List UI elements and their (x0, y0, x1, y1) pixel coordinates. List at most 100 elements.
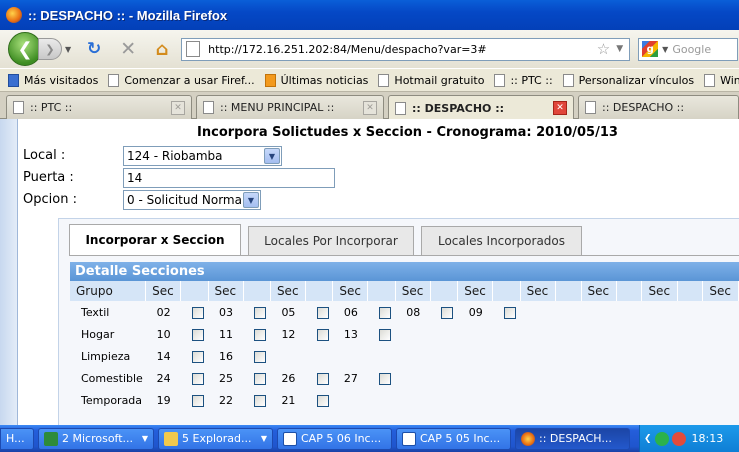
section-checkbox[interactable] (191, 394, 204, 407)
local-label: Local : (23, 148, 66, 163)
sec-cell: 22 (219, 393, 234, 407)
taskbar-item-explorador[interactable]: 5 Explorad... ▼ (158, 427, 273, 450)
antivirus-icon[interactable] (671, 431, 686, 446)
sec-cell: 14 (156, 349, 171, 363)
tab-despacho-active[interactable]: :: DESPACHO :: ✕ (388, 95, 574, 120)
bookmark-personalizar[interactable]: Personalizar vínculos (562, 73, 695, 87)
search-placeholder[interactable]: Google (672, 43, 711, 56)
col-sec: Sec (457, 281, 494, 301)
taskbar-label: 5 Explorad... (182, 432, 252, 445)
section-checkbox[interactable] (191, 350, 204, 363)
url-bar[interactable]: http://172.16.251.202:84/Menu/despacho?v… (181, 37, 631, 61)
sec-cell: 13 (343, 327, 358, 341)
table-row: Comestible 24 25 26 27 (70, 367, 739, 389)
taskbar-item-cap506[interactable]: CAP 5 06 Inc... (277, 427, 392, 450)
bookmark-ptc[interactable]: :: PTC :: (494, 73, 553, 87)
forward-button[interactable]: ❯ (38, 38, 62, 60)
excel-icon (44, 431, 58, 446)
section-checkbox[interactable] (441, 306, 454, 319)
chevron-down-icon[interactable]: ▼ (243, 192, 259, 208)
bookmark-star-icon[interactable]: ☆ (597, 40, 610, 58)
tab-locales-incorporados[interactable]: Locales Incorporados (421, 226, 582, 255)
bookmark-label: Windows Media (720, 73, 739, 87)
stop-button[interactable]: ✕ (117, 38, 139, 60)
close-tab-icon[interactable]: ✕ (171, 100, 185, 115)
tab-label: :: MENU PRINCIPAL :: (220, 101, 335, 114)
chevron-down-icon: ▼ (260, 434, 267, 443)
reload-button[interactable]: ↻ (83, 38, 105, 60)
history-dropdown-icon[interactable]: ▼ (65, 45, 71, 54)
section-checkbox[interactable] (254, 306, 267, 319)
bookmark-ultimas-noticias[interactable]: Últimas noticias (264, 73, 368, 87)
section-checkbox[interactable] (254, 394, 267, 407)
page-icon (395, 101, 406, 115)
page-icon (378, 73, 390, 87)
local-value: 124 - Riobamba (127, 149, 223, 163)
taskbar-label: 2 Microsoft... (62, 432, 134, 445)
col-sec: Sec (520, 281, 556, 301)
tab-label: :: PTC :: (30, 101, 73, 114)
section-checkbox[interactable] (254, 328, 267, 341)
bookmark-hotmail[interactable]: Hotmail gratuito (378, 73, 484, 87)
taskbar-item-cap505[interactable]: CAP 5 05 Inc... (396, 427, 511, 450)
section-checkbox[interactable] (378, 306, 391, 319)
sec-cell: 03 (219, 305, 234, 319)
col-check (243, 281, 271, 301)
word-icon (283, 431, 297, 446)
bookmark-windows-media[interactable]: Windows Media (704, 73, 739, 87)
bookmark-label: :: PTC :: (510, 73, 553, 87)
close-tab-icon[interactable]: ✕ (553, 101, 567, 115)
local-select[interactable]: 124 - Riobamba ▼ (123, 146, 282, 166)
taskbar-item-h[interactable]: H... (0, 427, 34, 450)
taskbar-item-microsoft[interactable]: 2 Microsoft... ▼ (38, 427, 154, 450)
col-sec: Sec (641, 281, 678, 301)
clock[interactable]: 18:13 (692, 432, 724, 445)
section-checkbox[interactable] (316, 372, 329, 385)
section-checkbox[interactable] (316, 306, 329, 319)
forward-arrow-icon: ❯ (45, 42, 55, 56)
section-checkbox[interactable] (316, 328, 329, 341)
section-checkbox[interactable] (191, 372, 204, 385)
page-heading: Incorpora Solictudes x Seccion - Cronogr… (197, 125, 618, 140)
url-text[interactable]: http://172.16.251.202:84/Menu/despacho?v… (208, 43, 597, 56)
tab-strip: :: PTC :: ✕ :: MENU PRINCIPAL :: ✕ :: DE… (0, 92, 739, 120)
tab-despacho[interactable]: :: DESPACHO :: (578, 95, 739, 119)
section-checkbox[interactable] (254, 372, 267, 385)
home-button[interactable]: ⌂ (151, 38, 173, 60)
google-icon[interactable]: g (642, 41, 659, 57)
close-tab-icon[interactable]: ✕ (363, 100, 377, 115)
chevron-down-icon[interactable]: ▼ (264, 148, 280, 164)
section-checkbox[interactable] (378, 372, 391, 385)
section-checkbox[interactable] (254, 350, 267, 363)
bookmark-label: Personalizar vínculos (578, 73, 695, 87)
section-checkbox[interactable] (191, 328, 204, 341)
tab-menu-principal[interactable]: :: MENU PRINCIPAL :: ✕ (196, 95, 384, 119)
section-checkbox[interactable] (378, 328, 391, 341)
sec-cell: 26 (281, 371, 296, 385)
opcion-value: 0 - Solicitud Normal (127, 193, 246, 207)
grupo-cell: Limpieza (81, 349, 131, 363)
tab-locales-por-incorporar[interactable]: Locales Por Incorporar (248, 226, 414, 255)
table-row: Hogar 10 11 12 13 (70, 323, 739, 345)
search-bar[interactable]: g ▼ Google (638, 37, 739, 61)
url-dropdown-icon[interactable]: ▼ (616, 44, 623, 54)
section-checkbox[interactable] (503, 306, 516, 319)
opcion-select[interactable]: 0 - Solicitud Normal ▼ (123, 190, 261, 210)
sec-cell: 09 (468, 305, 483, 319)
tab-incorporar-x-seccion[interactable]: Incorporar x Seccion (69, 224, 241, 255)
bookmark-comenzar[interactable]: Comenzar a usar Firef... (108, 73, 255, 87)
search-engine-dropdown-icon[interactable]: ▼ (662, 45, 668, 54)
col-check (430, 281, 459, 301)
puerta-input[interactable]: 14 (123, 168, 335, 188)
section-checkbox[interactable] (316, 394, 329, 407)
taskbar-item-despacho[interactable]: :: DESPACH... (515, 427, 630, 450)
bookmark-mas-visitados[interactable]: Más visitados (8, 73, 98, 87)
tray-expand-icon[interactable]: ❮ (644, 434, 652, 444)
network-icon[interactable] (654, 431, 669, 446)
back-button[interactable]: ❮ (8, 32, 42, 66)
section-checkbox[interactable] (191, 306, 204, 319)
secciones-table: Grupo Sec Sec Sec Sec Sec Sec Sec Sec Se… (70, 281, 739, 411)
col-sec: Sec (208, 281, 244, 301)
sec-cell: 10 (156, 327, 171, 341)
tab-ptc[interactable]: :: PTC :: ✕ (6, 95, 192, 119)
